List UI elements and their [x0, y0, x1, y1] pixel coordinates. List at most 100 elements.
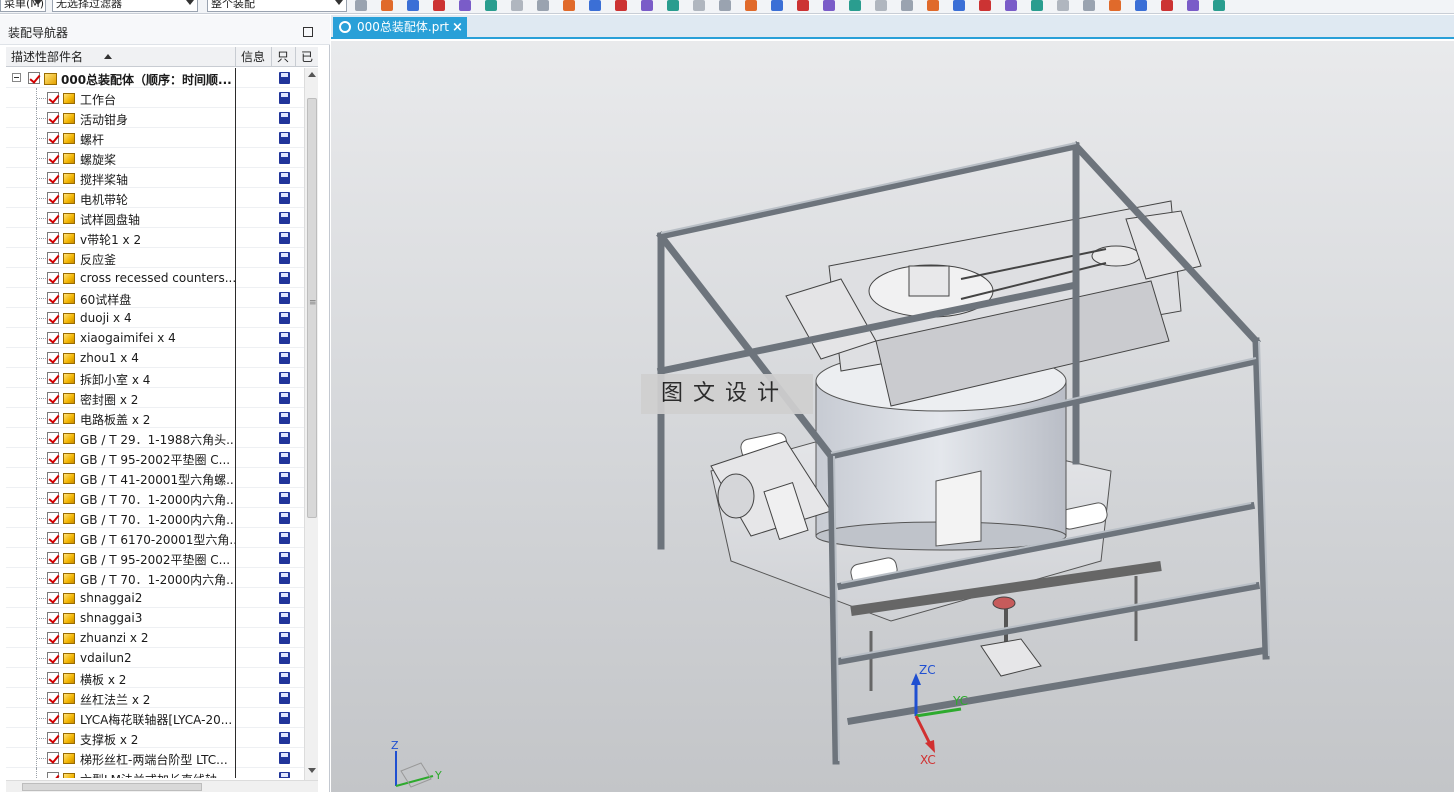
- visibility-checkbox[interactable]: [47, 152, 59, 164]
- visibility-checkbox[interactable]: [47, 272, 59, 284]
- collapse-icon[interactable]: [12, 73, 21, 82]
- tree-row[interactable]: GB / T 29．1-1988六角头...: [6, 428, 304, 448]
- pin-icon[interactable]: [303, 27, 313, 37]
- toolbar-tool-icon[interactable]: [849, 0, 861, 11]
- tree-row[interactable]: v带轮1 x 2: [6, 228, 304, 248]
- visibility-checkbox[interactable]: [47, 292, 59, 304]
- tree-row[interactable]: 60试样盘: [6, 288, 304, 308]
- tree-row[interactable]: zhou1 x 4: [6, 348, 304, 368]
- toolbar-tool-icon[interactable]: [1135, 0, 1147, 11]
- toolbar-tool-icon[interactable]: [615, 0, 627, 11]
- tree-row[interactable]: GB / T 70．1-2000内六角...: [6, 488, 304, 508]
- toolbar-tool-icon[interactable]: [1083, 0, 1095, 11]
- toolbar-tool-icon[interactable]: [927, 0, 939, 11]
- tree-row[interactable]: 螺杆: [6, 128, 304, 148]
- toolbar-tool-icon[interactable]: [875, 0, 887, 11]
- tree-row[interactable]: 密封圈 x 2: [6, 388, 304, 408]
- scroll-up-icon[interactable]: [308, 72, 316, 77]
- visibility-checkbox[interactable]: [47, 692, 59, 704]
- tree-row[interactable]: duoji x 4: [6, 308, 304, 328]
- navigator-vertical-scrollbar[interactable]: ≡: [304, 68, 318, 780]
- tree-row[interactable]: GB / T 41-20001型六角螺...: [6, 468, 304, 488]
- tree-row[interactable]: xiaogaimifei x 4: [6, 328, 304, 348]
- toolbar-tool-icon[interactable]: [641, 0, 653, 11]
- tree-row[interactable]: LYCA梅花联轴器[LYCA-20...: [6, 708, 304, 728]
- toolbar-tool-icon[interactable]: [433, 0, 445, 11]
- visibility-checkbox[interactable]: [47, 592, 59, 604]
- toolbar-tool-icon[interactable]: [537, 0, 549, 11]
- toolbar-tool-icon[interactable]: [407, 0, 419, 11]
- visibility-checkbox[interactable]: [47, 192, 59, 204]
- visibility-checkbox[interactable]: [47, 332, 59, 344]
- toolbar-tool-icon[interactable]: [1213, 0, 1225, 11]
- scrollbar-thumb[interactable]: [307, 98, 317, 518]
- visibility-checkbox[interactable]: [47, 352, 59, 364]
- visibility-checkbox[interactable]: [47, 652, 59, 664]
- toolbar-tool-icon[interactable]: [1057, 0, 1069, 11]
- tree-row[interactable]: 电机带轮: [6, 188, 304, 208]
- toolbar-tool-icon[interactable]: [667, 0, 679, 11]
- visibility-checkbox[interactable]: [47, 552, 59, 564]
- tree-row[interactable]: 试样圆盘轴: [6, 208, 304, 228]
- toolbar-tool-icon[interactable]: [563, 0, 575, 11]
- visibility-checkbox[interactable]: [47, 172, 59, 184]
- toolbar-tool-icon[interactable]: [381, 0, 393, 11]
- column-header-readonly[interactable]: 只: [272, 47, 296, 67]
- tree-row[interactable]: vdailun2: [6, 648, 304, 668]
- column-header-info[interactable]: 信息: [236, 47, 272, 67]
- tree-row[interactable]: 梯形丝杠-两端台阶型 LTC...: [6, 748, 304, 768]
- tree-row[interactable]: 螺旋桨: [6, 148, 304, 168]
- tree-row[interactable]: GB / T 95-2002平垫圈 C...: [6, 448, 304, 468]
- visibility-checkbox[interactable]: [47, 492, 59, 504]
- toolbar-tool-icon[interactable]: [1187, 0, 1199, 11]
- tree-row[interactable]: GB / T 6170-20001型六角...: [6, 528, 304, 548]
- assembly-scope-combo[interactable]: 整个装配: [207, 0, 347, 12]
- menu-button[interactable]: 菜单(M): [0, 0, 46, 12]
- visibility-checkbox[interactable]: [47, 232, 59, 244]
- tree-row[interactable]: 横板 x 2: [6, 668, 304, 688]
- toolbar-tool-icon[interactable]: [1031, 0, 1043, 11]
- toolbar-tool-icon[interactable]: [771, 0, 783, 11]
- visibility-checkbox[interactable]: [47, 452, 59, 464]
- toolbar-tool-icon[interactable]: [459, 0, 471, 11]
- visibility-checkbox[interactable]: [47, 372, 59, 384]
- visibility-checkbox[interactable]: [47, 112, 59, 124]
- tree-row[interactable]: 支撑板 x 2: [6, 728, 304, 748]
- visibility-checkbox[interactable]: [47, 472, 59, 484]
- toolbar-tool-icon[interactable]: [1005, 0, 1017, 11]
- toolbar-tool-icon[interactable]: [1161, 0, 1173, 11]
- tree-row[interactable]: zhuanzi x 2: [6, 628, 304, 648]
- visibility-checkbox[interactable]: [47, 412, 59, 424]
- tree-row[interactable]: 电路板盖 x 2: [6, 408, 304, 428]
- visibility-checkbox[interactable]: [47, 252, 59, 264]
- visibility-checkbox[interactable]: [28, 72, 40, 84]
- tree-row[interactable]: 工作台: [6, 88, 304, 108]
- column-header-modified[interactable]: 已: [296, 47, 318, 67]
- visibility-checkbox[interactable]: [47, 572, 59, 584]
- visibility-checkbox[interactable]: [47, 432, 59, 444]
- tree-row[interactable]: 拆卸小室 x 4: [6, 368, 304, 388]
- tree-row[interactable]: GB / T 95-2002平垫圈 C...: [6, 548, 304, 568]
- visibility-checkbox[interactable]: [47, 612, 59, 624]
- close-icon[interactable]: ×: [452, 17, 463, 38]
- visibility-checkbox[interactable]: [47, 672, 59, 684]
- navigator-horizontal-scrollbar[interactable]: [6, 780, 318, 792]
- tree-row[interactable]: 反应釜: [6, 248, 304, 268]
- scrollbar-thumb[interactable]: [22, 783, 202, 791]
- tab-model-file[interactable]: 000总装配体.prt ×: [333, 17, 467, 38]
- selection-filter-combo[interactable]: 无选择过滤器: [52, 0, 198, 12]
- visibility-checkbox[interactable]: [47, 512, 59, 524]
- toolbar-tool-icon[interactable]: [719, 0, 731, 11]
- toolbar-tool-icon[interactable]: [511, 0, 523, 11]
- tree-row[interactable]: GB / T 70．1-2000内六角...: [6, 568, 304, 588]
- visibility-checkbox[interactable]: [47, 132, 59, 144]
- toolbar-tool-icon[interactable]: [979, 0, 991, 11]
- tree-row[interactable]: 搅拌桨轴: [6, 168, 304, 188]
- toolbar-tool-icon[interactable]: [1109, 0, 1121, 11]
- toolbar-tool-icon[interactable]: [745, 0, 757, 11]
- toolbar-tool-icon[interactable]: [823, 0, 835, 11]
- visibility-checkbox[interactable]: [47, 392, 59, 404]
- tree-row-root[interactable]: 000总装配体（顺序：时间顺...: [6, 68, 304, 88]
- toolbar-tool-icon[interactable]: [953, 0, 965, 11]
- visibility-checkbox[interactable]: [47, 212, 59, 224]
